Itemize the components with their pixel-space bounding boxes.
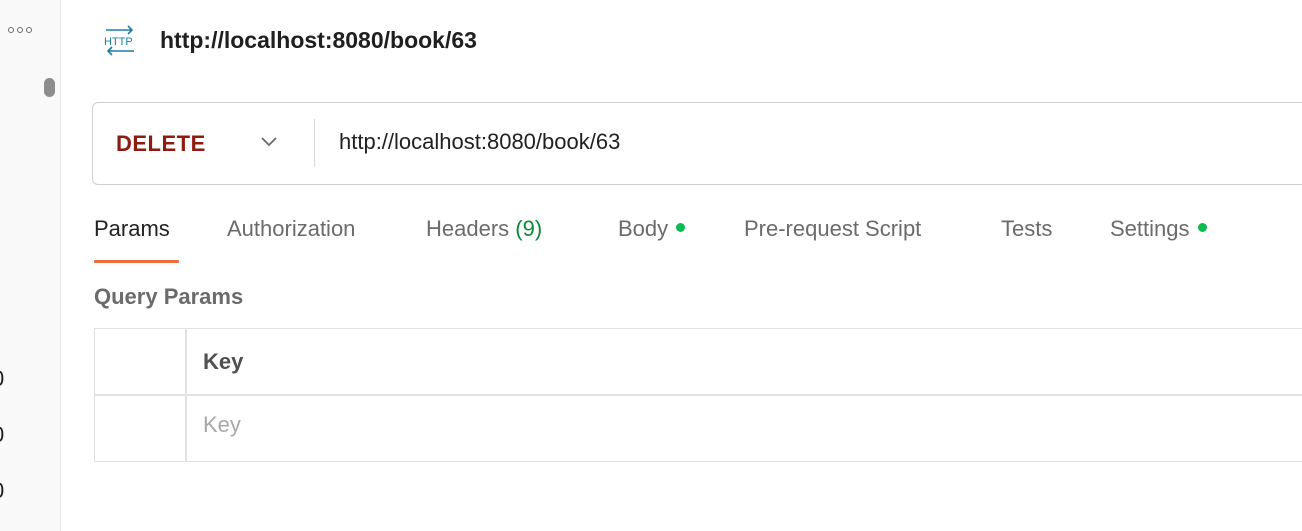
headers-count: (9) (515, 216, 543, 241)
http-request-icon: HTTP (104, 25, 134, 56)
sidebar-item-text[interactable]: 0 (0, 366, 4, 392)
tab-label: Settings (1110, 216, 1190, 241)
url-input[interactable] (339, 127, 1239, 157)
tab-headers[interactable]: Headers (9) (426, 216, 542, 242)
http-icon-label: HTTP (104, 36, 133, 48)
tab-body[interactable]: Body (618, 216, 686, 242)
divider (314, 119, 315, 167)
method-select[interactable]: DELETE (116, 131, 206, 157)
row-divider (95, 394, 1302, 396)
status-dot-icon (676, 223, 686, 232)
tab-label: Tests (1001, 216, 1053, 241)
tab-settings[interactable]: Settings (1110, 216, 1207, 242)
status-dot-icon (1197, 223, 1207, 232)
tab-pre-request-script[interactable]: Pre-request Script (744, 216, 921, 242)
column-header-key: Key (203, 349, 244, 374)
tab-params[interactable]: Params (94, 216, 179, 263)
tab-authorization[interactable]: Authorization (227, 216, 355, 242)
tab-tests[interactable]: Tests (1001, 216, 1052, 242)
more-options-icon[interactable] (8, 27, 32, 33)
query-params-title: Query Params (94, 284, 244, 309)
tab-label: Authorization (227, 216, 356, 241)
tab-label: Headers (426, 216, 510, 241)
request-title[interactable]: http://localhost:8080/book/63 (160, 27, 477, 54)
request-bar: DELETE (92, 102, 1302, 185)
chevron-down-icon[interactable] (261, 137, 277, 147)
tab-label: Params (94, 216, 170, 241)
tab-label: Pre-request Script (744, 216, 922, 241)
sidebar: 0 0 0 (0, 0, 61, 531)
sidebar-item-text[interactable]: 0 (0, 422, 4, 448)
tab-label: Body (618, 216, 669, 241)
query-params-table: Key (94, 328, 1302, 462)
sidebar-item-text[interactable]: 0 (0, 478, 4, 504)
sidebar-scrollbar[interactable] (44, 78, 55, 97)
app-root: 0 0 0 HTTP http://localhost:8080/book/63… (0, 0, 1302, 531)
param-key-input[interactable] (203, 409, 803, 441)
active-tab-indicator (94, 260, 179, 263)
